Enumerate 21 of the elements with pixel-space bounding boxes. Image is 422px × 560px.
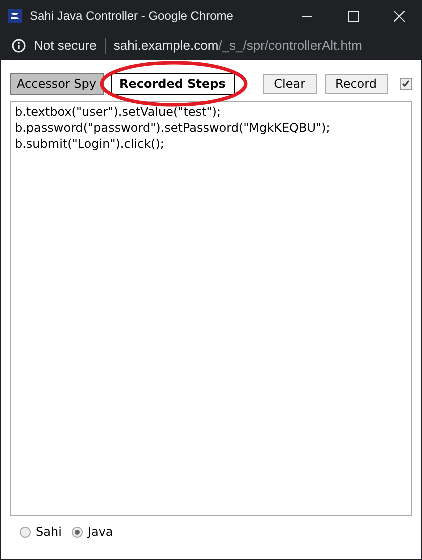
url-text: sahi.example.com/_s_/spr/controllerAlt.htm: [114, 37, 362, 56]
info-icon[interactable]: [12, 39, 26, 53]
tab[interactable]: Recorded Steps: [110, 73, 235, 95]
radio-label: Java: [88, 524, 114, 541]
tab[interactable]: Accessor Spy: [10, 73, 104, 95]
checkmark-icon: [402, 80, 410, 88]
record-checkbox[interactable]: [400, 78, 412, 90]
security-label: Not secure: [34, 37, 97, 56]
close-icon: [394, 10, 404, 22]
radio-button[interactable]: [72, 526, 83, 538]
maximize-icon: [348, 10, 358, 22]
radio-button[interactable]: [20, 526, 31, 538]
code-line: b.textbox("user").setValue("test");: [15, 104, 222, 120]
window-title: Sahi Java Controller - Google Chrome: [30, 8, 234, 25]
code-line: b.submit("Login").click();: [15, 136, 166, 152]
app-logo-icon: [8, 9, 22, 23]
steps-textarea[interactable]: b.textbox("user").setValue("test"); b.password("password").setPassword("MgkKEQBU"); b.submit("Login").click();: [10, 101, 412, 516]
radio-label: Sahi: [36, 524, 62, 541]
code-line: b.password("password").setPassword("MgkKEQBU");: [15, 120, 332, 136]
toolbar-button[interactable]: Clear: [263, 74, 317, 94]
toolbar-button[interactable]: Record: [324, 74, 388, 94]
